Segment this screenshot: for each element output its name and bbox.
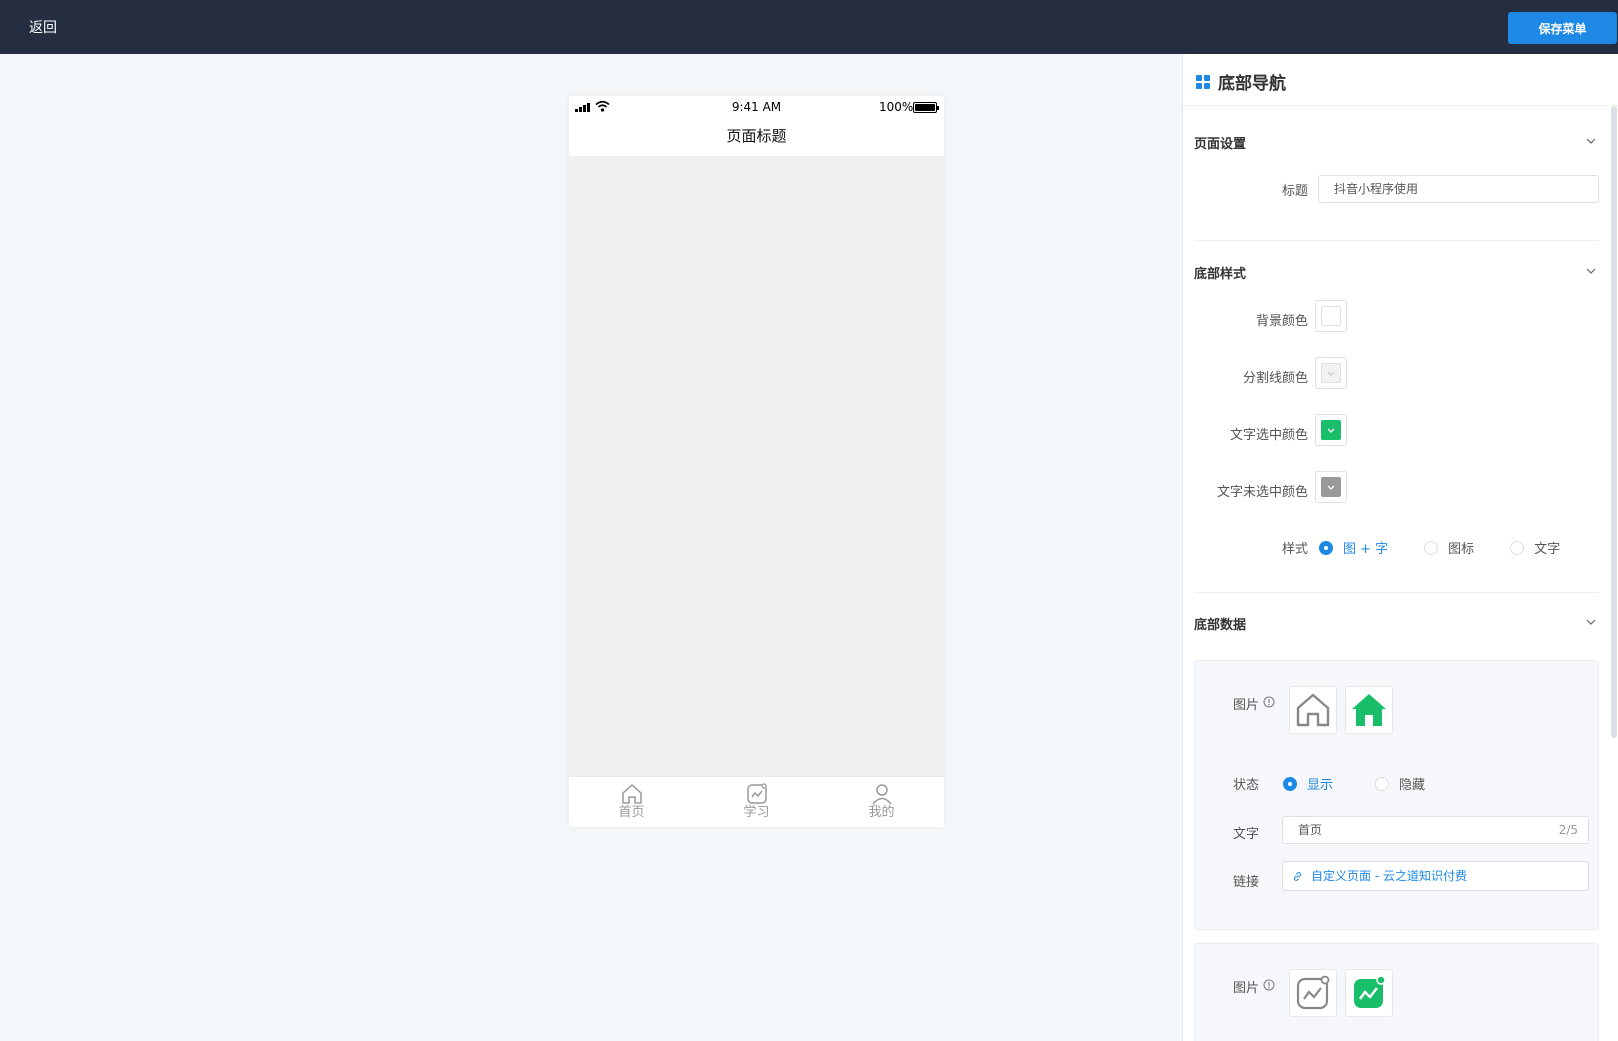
battery-percent: 100% (879, 100, 914, 114)
phone-tab-mine[interactable]: 我的 (819, 777, 944, 827)
radio-dot (1375, 776, 1390, 791)
status-label: 状态 (1232, 778, 1259, 793)
item-text-input[interactable]: 首页 2/5 (1282, 816, 1589, 844)
back-button[interactable]: 返回 (29, 17, 57, 37)
text-selected-color-label: 文字选中颜色 (1229, 428, 1308, 443)
link-label: 链接 (1232, 875, 1259, 890)
info-icon[interactable] (1263, 979, 1275, 991)
status-option-hide[interactable]: 隐藏 (1375, 774, 1425, 793)
style-option-text[interactable]: 文字 (1510, 538, 1560, 557)
chart-card-icon (746, 783, 767, 804)
home-filled-icon (1352, 694, 1386, 726)
bg-color-picker[interactable] (1315, 300, 1347, 332)
chart-card-filled-icon (1354, 975, 1386, 1008)
battery-icon (913, 102, 939, 113)
radio-label: 隐藏 (1399, 778, 1426, 793)
chevron-down-icon[interactable] (1585, 135, 1597, 147)
inactive-icon-upload[interactable] (1289, 969, 1337, 1017)
status-option-show[interactable]: 显示 (1283, 774, 1333, 793)
text-unselected-color-picker[interactable] (1315, 471, 1347, 503)
settings-panel: 底部导航 页面设置 标题 抖音小程序使用 底部样式 背景颜色 分割线颜色 文字选… (1182, 54, 1618, 1041)
radio-dot (1283, 776, 1297, 791)
radio-label: 显示 (1307, 778, 1334, 793)
item-text-value: 首页 (1298, 823, 1323, 837)
user-icon (871, 784, 892, 805)
text-label: 文字 (1232, 827, 1259, 842)
chevron-down-icon[interactable] (1585, 265, 1597, 277)
phone-preview: 9:41 AM 100% 页面标题 首页 学习 我的 (569, 96, 944, 827)
phone-tab-home[interactable]: 首页 (569, 777, 694, 827)
panel-title: 底部导航 (1218, 74, 1286, 94)
phone-page-title: 页面标题 (569, 120, 944, 156)
phone-tab-study[interactable]: 学习 (694, 777, 819, 827)
phone-tab-bar: 首页 学习 我的 (569, 776, 944, 827)
chart-card-icon (1296, 975, 1330, 1010)
image-label: 图片 (1232, 698, 1259, 713)
chevron-down-icon (1327, 428, 1335, 433)
panel-scrollbar[interactable] (1611, 106, 1617, 738)
phone-tab-label: 首页 (618, 805, 645, 820)
style-radio-group: 图 + 字 图标 文字 (1319, 538, 1560, 557)
item-link-input[interactable]: 自定义页面 - 云之道知识付费 (1282, 861, 1589, 891)
divider (1194, 592, 1599, 593)
radio-label: 文字 (1534, 542, 1561, 557)
link-icon (1293, 872, 1302, 881)
active-icon-upload[interactable] (1345, 686, 1393, 734)
divider-color-label: 分割线颜色 (1242, 371, 1308, 386)
radio-dot (1319, 540, 1333, 555)
status-radio-group: 显示 隐藏 (1283, 774, 1425, 793)
radio-dot (1424, 540, 1439, 555)
nav-item-card: 图片 状态 显示 隐藏 文字 首页 2/5 链接 自定义页面 - 云之道知识付费 (1194, 660, 1599, 930)
radio-label: 图 + 字 (1343, 542, 1389, 557)
section-bottom-style[interactable]: 底部样式 (1194, 263, 1246, 282)
grid-icon (1196, 75, 1210, 89)
chevron-down-icon[interactable] (1585, 616, 1597, 628)
nav-item-card: 图片 (1194, 943, 1599, 1041)
home-outline-icon (1296, 693, 1330, 727)
home-outline-icon (621, 784, 642, 804)
chevron-down-icon (1327, 485, 1335, 490)
info-icon[interactable] (1263, 696, 1275, 708)
inactive-icon-upload[interactable] (1289, 686, 1337, 734)
divider (1194, 240, 1599, 241)
style-label: 样式 (1281, 542, 1308, 557)
top-bar: 返回 保存菜单 (0, 0, 1618, 54)
chevron-down-icon (1327, 371, 1335, 376)
radio-dot (1510, 540, 1525, 555)
active-icon-upload[interactable] (1345, 969, 1393, 1017)
text-unselected-color-label: 文字未选中颜色 (1216, 485, 1308, 500)
image-label: 图片 (1232, 981, 1259, 996)
char-counter: 2/5 (1558, 823, 1578, 837)
status-bar: 9:41 AM 100% (569, 96, 944, 120)
style-option-icon-text[interactable]: 图 + 字 (1319, 538, 1388, 557)
style-option-icon[interactable]: 图标 (1424, 538, 1474, 557)
item-link-value: 自定义页面 - 云之道知识付费 (1311, 869, 1467, 883)
section-bottom-data[interactable]: 底部数据 (1194, 614, 1246, 633)
bg-color-label: 背景颜色 (1255, 314, 1308, 329)
title-label: 标题 (1281, 184, 1308, 199)
save-menu-button[interactable]: 保存菜单 (1508, 12, 1617, 44)
divider-color-picker[interactable] (1315, 357, 1347, 389)
radio-label: 图标 (1448, 542, 1475, 557)
phone-tab-label: 学习 (743, 805, 770, 820)
title-input[interactable]: 抖音小程序使用 (1318, 175, 1599, 203)
text-selected-color-picker[interactable] (1315, 414, 1347, 446)
phone-tab-label: 我的 (868, 805, 895, 820)
section-page-settings[interactable]: 页面设置 (1194, 133, 1246, 152)
panel-header: 底部导航 (1183, 54, 1618, 106)
